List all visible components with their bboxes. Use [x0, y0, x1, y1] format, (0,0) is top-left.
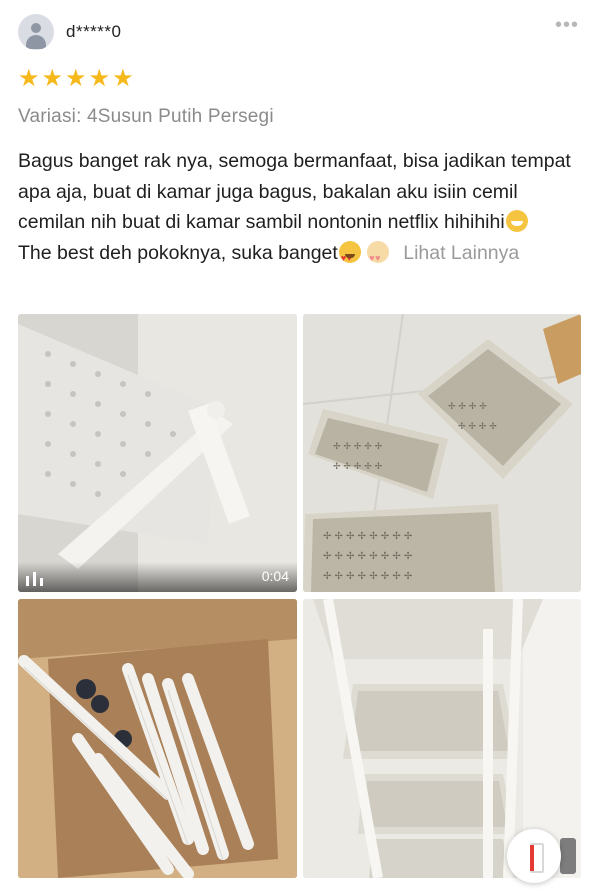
video-overlay-bar: 0:04: [18, 562, 297, 592]
scroll-badge: [560, 838, 576, 874]
box-illustration: [18, 599, 297, 878]
svg-text:✢ ✢ ✢ ✢ ✢ ✢ ✢ ✢: ✢ ✢ ✢ ✢ ✢ ✢ ✢ ✢: [323, 551, 412, 562]
svg-text:✢ ✢ ✢ ✢: ✢ ✢ ✢ ✢: [458, 422, 497, 432]
variant-label: Variasi: 4Susun Putih Persegi: [18, 106, 274, 127]
shelf-tray-illustration: [18, 314, 297, 592]
avatar-head-shape: [31, 23, 41, 33]
review-header: d*****0 •••: [0, 0, 600, 64]
svg-text:✢ ✢ ✢ ✢: ✢ ✢ ✢ ✢: [448, 402, 487, 412]
star-rating: ★★★★★: [18, 65, 136, 92]
heart-eyes-emoji-icon: [338, 240, 361, 273]
review-text: Bagus banget rak nya, semoga bermanfaat,…: [18, 146, 588, 273]
review-text-second: The best deh pokoknya, suka banget: [18, 241, 338, 264]
avatar-body-shape: [26, 35, 46, 49]
heart-eyes-emoji-icon: [367, 240, 390, 273]
video-thumbnail[interactable]: 0:04: [18, 314, 297, 592]
video-play-icon: [26, 572, 43, 586]
svg-text:✢ ✢ ✢ ✢ ✢: ✢ ✢ ✢ ✢ ✢: [333, 442, 383, 452]
photo-trays[interactable]: ✢ ✢ ✢ ✢ ✢ ✢ ✢ ✢ ✢ ✢ ✢ ✢ ✢ ✢ ✢ ✢ ✢ ✢ ✢ ✢ …: [303, 314, 581, 592]
svg-text:✢ ✢ ✢ ✢ ✢ ✢ ✢ ✢: ✢ ✢ ✢ ✢ ✢ ✢ ✢ ✢: [323, 571, 412, 582]
svg-text:✢ ✢ ✢ ✢ ✢: ✢ ✢ ✢ ✢ ✢: [333, 462, 383, 472]
more-dots-icon[interactable]: •••: [555, 14, 579, 37]
see-more-link[interactable]: Lihat Lainnya: [403, 242, 519, 264]
photo-box[interactable]: [18, 599, 297, 878]
floating-action-button[interactable]: [507, 829, 561, 883]
svg-text:✢ ✢ ✢ ✢ ✢ ✢ ✢ ✢: ✢ ✢ ✢ ✢ ✢ ✢ ✢ ✢: [323, 531, 412, 542]
reviewer-username: d*****0: [66, 22, 122, 41]
avatar[interactable]: [18, 14, 54, 50]
review-text-main: Bagus banget rak nya, semoga bermanfaat,…: [18, 150, 571, 233]
video-duration: 0:04: [261, 568, 289, 584]
trays-illustration: ✢ ✢ ✢ ✢ ✢ ✢ ✢ ✢ ✢ ✢ ✢ ✢ ✢ ✢ ✢ ✢ ✢ ✢ ✢ ✢ …: [303, 314, 581, 592]
product-icon: [530, 843, 544, 873]
grinning-emoji-icon: [505, 210, 528, 232]
